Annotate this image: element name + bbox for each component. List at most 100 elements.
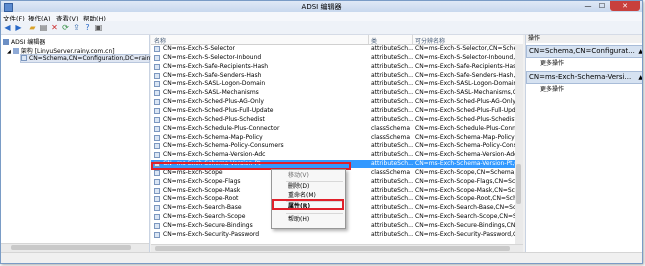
schema-object-icon (154, 125, 160, 132)
col-sep[interactable] (368, 35, 369, 44)
cell-class: attributeSch... (371, 98, 413, 106)
cell-dn: CN=ms-Exch-Scope,CN=Schema,CN (415, 168, 515, 176)
schema-object-icon (154, 223, 160, 229)
export-icon[interactable]: ⇪ (72, 23, 81, 32)
delete-icon[interactable]: ✕ (50, 23, 59, 32)
list-hscroll-thumb[interactable] (155, 246, 510, 251)
cell-name: CN=ms-Exch-S-Selector-Inbound (163, 53, 262, 61)
cell-dn: CN=ms-Exch-Scope-Mask,CN=Schem (415, 186, 515, 194)
cell-class: attributeSch... (371, 115, 413, 123)
table-row[interactable]: CN=ms-Exch-SASL-Logon-Domain attributeSch… (151, 80, 523, 88)
table-row[interactable]: CN=ms-Exch-Schema-Policy-Consumers attrib… (151, 142, 523, 150)
server-icon (12, 48, 19, 54)
ctx-help[interactable]: 帮助(H) (272, 215, 345, 224)
schema-object-icon (154, 134, 160, 141)
schema-object-icon (154, 72, 160, 79)
cell-name: CN=ms-Exch-Sched-Plus-Full-Update (163, 106, 274, 114)
cell-class: attributeSch... (371, 89, 413, 97)
tree-root-label: ADSI 编辑器 (11, 39, 46, 46)
cell-dn: CN=ms-Exch-Schema-Map-Policy,C (415, 133, 515, 141)
table-row[interactable]: CN=ms-Exch-S-Selector-Inbound attributeSc… (151, 54, 523, 62)
cell-dn: CN=ms-Exch-Schedule-Plus-Connec (415, 124, 515, 132)
schema-object-icon (154, 214, 160, 221)
actions-section-selected[interactable]: CN=ms-Exch-Schema-Versi... ▲ (526, 71, 642, 84)
table-row[interactable]: CN=ms-Exch-Sched-Plus-Schedist attributeS… (151, 116, 523, 124)
cell-name: CN=ms-Exch-Sched-Plus-Schedist (163, 115, 265, 123)
help-icon[interactable]: ? (83, 23, 92, 32)
table-row[interactable]: CN=ms-Exch-Sched-Plus-Full-Update attribu… (151, 107, 523, 115)
toolbar: ◀ ▶ ▰ ▤ ✕ ⟳ ⇪ ? ▣ (1, 21, 642, 35)
cell-class: attributeSch... (371, 186, 413, 194)
actions-section-schema[interactable]: CN=Schema,CN=Configurat... ▲ (526, 45, 642, 58)
col-sep[interactable] (412, 35, 413, 44)
actions-pane: 操作 CN=Schema,CN=Configurat...▲ 更多操作▶ CN=… (525, 35, 642, 252)
actions-more-label: 更多操作 (540, 60, 565, 67)
cell-class: attributeSch... (371, 106, 413, 114)
schema-object-icon (154, 152, 160, 159)
cell-name: CN=ms-Exch-Safe-Recipients-Hash (163, 62, 269, 70)
collapse-arrow-icon[interactable]: ▲ (638, 46, 642, 57)
refresh-icon[interactable]: ⟳ (61, 23, 70, 32)
folder-icon[interactable]: ▰ (28, 23, 37, 32)
cell-dn: CN=ms-Exch-Scope-Root,CN=Schem (415, 195, 515, 203)
cell-dn: CN=ms-Exch-Schema-Version-Pt,CN (415, 160, 515, 168)
cell-dn: CN=ms-Exch-Sched-Plus-Schedist,C (415, 115, 515, 123)
maximize-button[interactable]: ☐ (595, 1, 609, 11)
list-hscrollbar[interactable] (151, 244, 523, 252)
cell-dn: CN=ms-Exch-Safe-Senders-Hash,CN (415, 71, 515, 79)
adsi-icon (3, 39, 9, 45)
schema-object-icon (154, 196, 160, 203)
table-row[interactable]: CN=ms-Exch-Schema-Version-Adc attributeSc… (151, 151, 523, 159)
table-row[interactable]: CN=ms-Exch-Safe-Senders-Hash attributeSch… (151, 72, 523, 80)
schema-object-icon (154, 46, 160, 52)
actions-more-2[interactable]: 更多操作▶ (526, 85, 642, 94)
schema-object-icon (154, 169, 160, 176)
ctx-move[interactable]: 移动(V) (272, 171, 345, 180)
table-row[interactable]: CN=ms-Exch-Sched-Plus-AG-Only attributeSc… (151, 98, 523, 106)
ctx-separator (286, 213, 343, 214)
table-row[interactable]: CN=ms-Exch-Schedule-Plus-Connector classS… (151, 125, 523, 133)
properties-icon[interactable]: ▤ (39, 23, 48, 32)
table-row[interactable]: CN=ms-Exch-S-Selector attributeSch... CN=m… (151, 45, 523, 53)
cell-class: attributeSch... (371, 71, 413, 79)
schema-object-icon (154, 54, 160, 61)
cell-name: CN=ms-Exch-Sched-Plus-AG-Only (163, 98, 264, 106)
table-row[interactable]: CN=ms-Exch-SASL-Mechanisms attributeSch..… (151, 89, 523, 97)
cell-name: CN=ms-Exch-SASL-Mechanisms (163, 89, 259, 97)
list-vscrollbar[interactable] (515, 44, 523, 244)
minimize-button[interactable]: — (581, 1, 595, 11)
tree-root[interactable]: ADSI 编辑器 (3, 37, 45, 46)
cell-name: CN=ms-Exch-Security-Password (163, 230, 260, 238)
tree-schema-label: CN=Schema,CN=Configuration,DC=rainy,DC (29, 55, 165, 62)
menu-bar: 文件(F) 操作(A) 查看(V) 帮助(H) (1, 12, 642, 23)
col-class[interactable]: 类 (371, 36, 377, 45)
cell-dn: CN=ms-Exch-Search-Scope,CN=Schem (415, 213, 515, 221)
cell-dn: CN=ms-Exch-Secure-Bindings,CN=Sc (415, 222, 515, 229)
tree-hscrollbar[interactable] (1, 243, 149, 252)
cell-dn: CN=ms-Exch-SASL-Mechanisms,CN= (415, 89, 515, 97)
schema-object-icon (154, 90, 160, 97)
cell-dn: CN=ms-Exch-Safe-Recipients-Hash (415, 62, 515, 70)
table-row[interactable]: CN=ms-Exch-Security-Password attributeSch… (151, 231, 523, 239)
window-title: ADSI 编辑器 (301, 3, 342, 11)
list-vscroll-thumb[interactable] (516, 164, 521, 204)
cell-name: CN=ms-Exch-Schedule-Plus-Connector (163, 124, 280, 132)
col-dn[interactable]: 可分辨名称 (415, 36, 445, 45)
close-button[interactable]: ✕ (610, 1, 640, 11)
actions-section-selected-label: CN=ms-Exch-Schema-Versi... (529, 73, 632, 81)
back-icon[interactable]: ◀ (3, 23, 12, 32)
cell-class: attributeSch... (371, 80, 413, 88)
table-row[interactable]: CN=ms-Exch-Schema-Map-Policy classSchema C… (151, 134, 523, 142)
collapse-arrow-icon[interactable]: ▲ (638, 72, 642, 83)
schema-object-icon (154, 107, 160, 114)
schema-object-icon (154, 187, 160, 194)
cell-dn: CN=ms-Exch-S-Selector-Inbound,C (415, 53, 515, 61)
actions-more-1[interactable]: 更多操作▶ (526, 59, 642, 68)
tree-schema[interactable]: CN=Schema,CN=Configuration,DC=rainy,DC (20, 54, 165, 63)
console-icon[interactable]: ▣ (94, 23, 103, 32)
forward-icon[interactable]: ▶ (14, 23, 23, 32)
tree-hscroll-thumb[interactable] (11, 245, 131, 250)
ctx-delete[interactable]: 删除(D) (272, 182, 345, 191)
table-row[interactable]: CN=ms-Exch-Safe-Recipients-Hash attribute… (151, 63, 523, 71)
col-name[interactable]: 名称 (154, 36, 166, 45)
